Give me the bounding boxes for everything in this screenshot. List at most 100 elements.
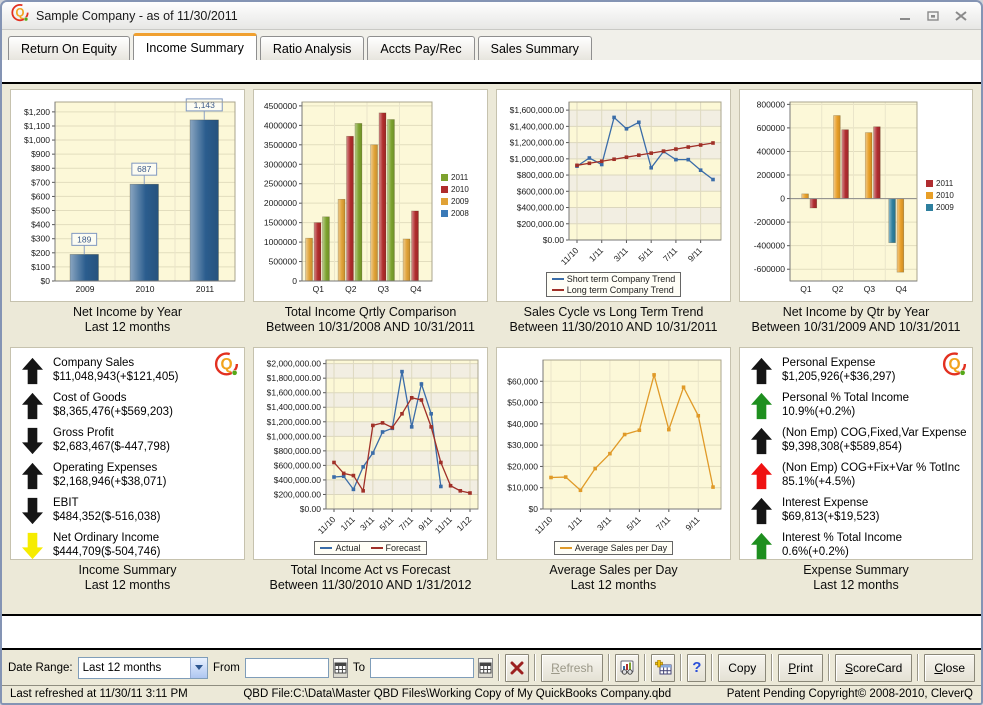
from-calendar-button[interactable] xyxy=(333,658,348,678)
expense-summary-list: Personal Expense$1,205,926(+$36,297)Pers… xyxy=(750,356,968,560)
calendar-icon xyxy=(479,662,492,674)
legend-item: 2010 xyxy=(441,185,485,194)
svg-text:$1,200: $1,200 xyxy=(24,107,50,117)
sales-cycle-trend-chart: $0.00$200,000.00$400,000.00$600,000.00$8… xyxy=(497,90,730,272)
svg-text:11/10: 11/10 xyxy=(533,514,555,536)
svg-text:Q2: Q2 xyxy=(345,284,357,294)
svg-text:$900: $900 xyxy=(31,149,50,159)
svg-text:9/11: 9/11 xyxy=(686,245,705,264)
summary-item: Interest % Total Income0.6%(+0.2%) xyxy=(750,531,968,560)
question-mark-icon: ? xyxy=(692,659,701,676)
svg-text:$0.00: $0.00 xyxy=(543,235,565,245)
svg-text:Q1: Q1 xyxy=(800,284,812,294)
to-calendar-button[interactable] xyxy=(478,658,493,678)
up-arrow-icon xyxy=(750,462,773,490)
legend-item: Long term Company Trend xyxy=(552,285,676,295)
svg-text:7/11: 7/11 xyxy=(654,514,673,533)
legend-item: 2011 xyxy=(441,173,485,182)
add-view-button[interactable] xyxy=(651,654,675,682)
summary-item-value: $1,205,926(+$36,297) xyxy=(782,370,896,384)
summary-item: (Non Emp) COG,Fixed,Var Expense$9,398,30… xyxy=(750,426,968,455)
help-button[interactable]: ? xyxy=(687,654,706,682)
summary-item-label: (Non Emp) COG,Fixed,Var Expense xyxy=(782,426,967,440)
summary-item-label: Cost of Goods xyxy=(53,391,173,405)
chart-legend: Average Sales per Day xyxy=(554,541,673,555)
summary-item: Operating Expenses$2,168,946(+$38,071) xyxy=(21,461,240,490)
dashboard-content: $0$100$200$300$400$500$600$700$800$900$1… xyxy=(2,84,981,614)
summary-item-value: $2,683,467($-447,798) xyxy=(53,440,170,454)
legend-swatch xyxy=(552,278,564,280)
svg-text:$40,000: $40,000 xyxy=(507,419,538,429)
legend-item: 2010 xyxy=(926,191,970,200)
up-arrow-icon xyxy=(21,392,44,420)
legend-swatch xyxy=(371,547,383,549)
status-bar: Last refreshed at 11/30/11 3:11 PM QBD F… xyxy=(2,685,981,703)
panel-sales-cycle-trend: $0.00$200,000.00$400,000.00$600,000.00$8… xyxy=(496,89,731,335)
panel-net-income-by-year: $0$100$200$300$400$500$600$700$800$900$1… xyxy=(10,89,245,335)
clear-dates-button[interactable] xyxy=(505,654,529,682)
svg-text:4500000: 4500000 xyxy=(264,101,297,111)
svg-text:Q4: Q4 xyxy=(895,284,907,294)
print-button[interactable]: Print xyxy=(778,654,823,682)
close-dashboard-button[interactable]: Close xyxy=(924,654,975,682)
svg-text:600000: 600000 xyxy=(757,123,786,133)
average-sales-per-day-chart: $0$10,000$20,000$30,000$40,000$50,000$60… xyxy=(497,348,730,541)
tab-accts-pay-rec[interactable]: Accts Pay/Rec xyxy=(367,36,474,60)
svg-text:$1,400,000.00: $1,400,000.00 xyxy=(510,121,565,131)
from-date-input[interactable] xyxy=(245,658,329,678)
svg-text:7/11: 7/11 xyxy=(397,514,416,533)
svg-text:1/11: 1/11 xyxy=(339,514,358,533)
tab-sales-summary[interactable]: Sales Summary xyxy=(478,36,592,60)
svg-text:$600,000.00: $600,000.00 xyxy=(274,460,322,470)
svg-text:Q1: Q1 xyxy=(313,284,325,294)
svg-text:$1,800,000.00: $1,800,000.00 xyxy=(267,373,322,383)
svg-text:$1,100: $1,100 xyxy=(24,121,50,131)
copy-button[interactable]: Copy xyxy=(718,654,766,682)
svg-text:2009: 2009 xyxy=(76,284,95,294)
svg-text:Q2: Q2 xyxy=(832,284,844,294)
date-range-select[interactable]: Last 12 months xyxy=(78,657,208,679)
tab-return-on-equity[interactable]: Return On Equity xyxy=(8,36,130,60)
legend-swatch xyxy=(441,174,448,181)
summary-item-value: $484,352($-516,038) xyxy=(53,510,160,524)
summary-item-value: 85.1%(+4.5%) xyxy=(782,475,960,489)
chart-legend: 201120102009 xyxy=(926,90,972,301)
up-arrow-icon xyxy=(750,357,773,385)
total-income-qtrly-chart: 0500000100000015000002000000250000030000… xyxy=(254,90,441,301)
dropdown-arrow-icon[interactable] xyxy=(190,658,207,678)
refresh-button[interactable]: Refresh xyxy=(541,654,603,682)
summary-item: Company Sales$11,048,943(+$121,405) xyxy=(21,356,240,385)
restore-button[interactable] xyxy=(925,9,941,23)
svg-text:11/10: 11/10 xyxy=(316,514,338,536)
legend-item: Actual xyxy=(320,543,360,553)
window-title: Sample Company - as of 11/30/2011 xyxy=(36,9,238,23)
chart-caption: Total Income Act vs ForecastBetween 11/3… xyxy=(253,560,488,593)
close-button[interactable] xyxy=(953,9,969,23)
legend-item: Short term Company Trend xyxy=(552,274,676,284)
svg-text:$800,000.00: $800,000.00 xyxy=(517,170,565,180)
legend-swatch xyxy=(441,210,448,217)
cleverq-logo-icon: Q xyxy=(213,351,240,383)
summary-item-value: 0.6%(+0.2%) xyxy=(782,545,902,559)
svg-text:$10,000: $10,000 xyxy=(507,483,538,493)
svg-text:800000: 800000 xyxy=(757,99,786,109)
tab-ratio-analysis[interactable]: Ratio Analysis xyxy=(260,36,365,60)
svg-text:$1,000: $1,000 xyxy=(24,135,50,145)
tab-income-summary[interactable]: Income Summary xyxy=(133,33,257,60)
report-preview-button[interactable] xyxy=(615,654,639,682)
svg-text:$800,000.00: $800,000.00 xyxy=(274,446,322,456)
svg-text:2011: 2011 xyxy=(196,284,215,294)
panel-caption: Expense SummaryLast 12 months xyxy=(739,560,973,593)
minimize-button[interactable] xyxy=(897,9,913,23)
to-date-input[interactable] xyxy=(370,658,474,678)
svg-text:$200,000.00: $200,000.00 xyxy=(274,489,322,499)
scorecard-button[interactable]: ScoreCard xyxy=(835,654,912,682)
svg-text:$400: $400 xyxy=(31,220,50,230)
svg-text:$500: $500 xyxy=(31,206,50,216)
legend-swatch xyxy=(926,204,933,211)
svg-text:189: 189 xyxy=(77,234,91,244)
svg-text:5/11: 5/11 xyxy=(624,514,643,533)
svg-text:Q4: Q4 xyxy=(410,284,422,294)
svg-text:11/11: 11/11 xyxy=(433,514,454,535)
svg-text:$1,000,000.00: $1,000,000.00 xyxy=(267,431,322,441)
